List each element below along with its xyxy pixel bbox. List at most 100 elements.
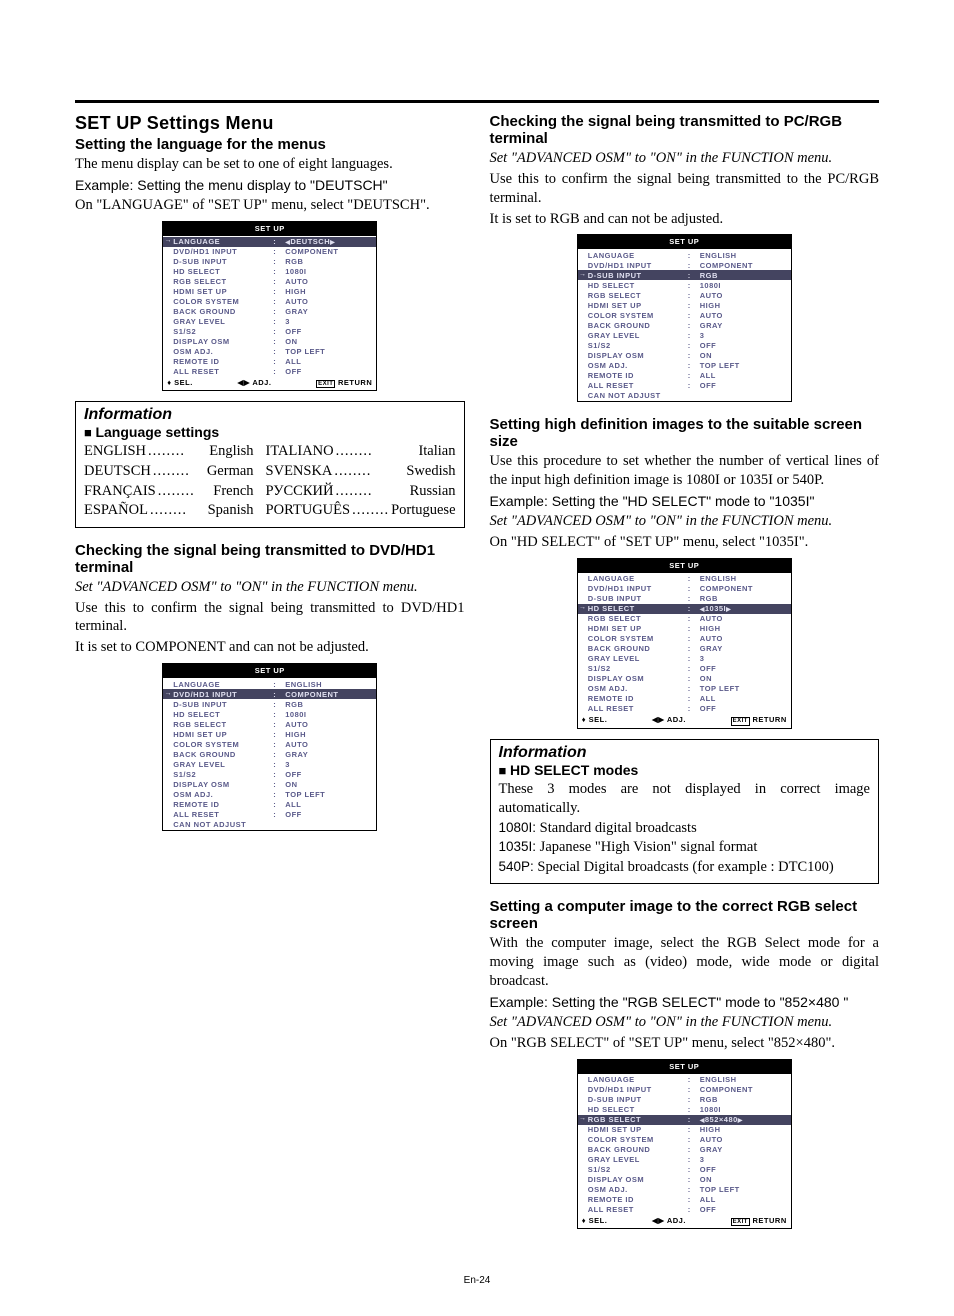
arrow-right-icon — [578, 584, 588, 593]
osd-value: OFF — [285, 770, 376, 779]
osd-title: SET UP — [577, 558, 792, 573]
arrow-right-icon: → — [578, 271, 588, 280]
osd-row: DISPLAY OSM:ON — [578, 1175, 791, 1185]
lang-native: ESPAÑOL — [84, 501, 148, 521]
osd-row: D-SUB INPUT:RGB — [163, 257, 376, 267]
osd-value: ALL — [700, 1195, 791, 1204]
osd-value: 1080I — [285, 267, 376, 276]
osd-row: ALL RESET:OFF — [163, 809, 376, 819]
osd-sep: : — [688, 1125, 700, 1134]
osd-label: D-SUB INPUT — [173, 257, 273, 266]
osd-row: HD SELECT:1080I — [163, 267, 376, 277]
osd-label: HD SELECT — [588, 1105, 688, 1114]
mode-540p: 540P: — [499, 859, 534, 874]
osd-sep: : — [688, 674, 700, 683]
arrow-right-icon — [163, 710, 173, 719]
osd-row: HD SELECT:1080I — [578, 1105, 791, 1115]
sel-icon: ♦ SEL. — [582, 1216, 608, 1227]
arrow-right-icon — [163, 247, 173, 256]
osd-sep: : — [273, 297, 285, 306]
osd-value: ALL — [700, 371, 791, 380]
info2-sub: ■ HD SELECT modes — [499, 762, 871, 778]
sec1-p1: The menu display can be set to one of ei… — [75, 155, 465, 174]
osd-label: GRAY LEVEL — [173, 760, 273, 769]
osd-value: OFF — [285, 810, 376, 819]
r-sec2-p2: Example: Setting the "HD SELECT" mode to… — [490, 492, 880, 510]
exit-return: EXIT RETURN — [731, 1216, 787, 1227]
osd-row: REMOTE ID:ALL — [163, 799, 376, 809]
arrow-right-icon: → — [163, 237, 173, 246]
osd-row: LANGUAGE:ENGLISH — [163, 679, 376, 689]
right-column: Checking the signal being transmitted to… — [490, 113, 880, 1235]
osd-sep: : — [273, 267, 285, 276]
arrow-right-icon — [163, 800, 173, 809]
osd-value: TOP LEFT — [285, 347, 376, 356]
arrow-right-icon — [163, 317, 173, 326]
osd-label: OSM ADJ. — [173, 790, 273, 799]
osd-value: GRAY — [700, 644, 791, 653]
osd-value: AUTO — [700, 1135, 791, 1144]
arrow-right-icon — [578, 1125, 588, 1134]
osd-row: →HD SELECT:◀1035I▶ — [578, 604, 791, 614]
osd-sep: : — [273, 257, 285, 266]
osd-row: OSM ADJ.:TOP LEFT — [578, 684, 791, 694]
lang-name: Spanish — [208, 501, 254, 521]
osd-sep: : — [273, 750, 285, 759]
osd-row: D-SUB INPUT:RGB — [578, 1095, 791, 1105]
osd-label: REMOTE ID — [588, 371, 688, 380]
arrow-right-icon — [163, 347, 173, 356]
arrow-right-icon — [578, 1185, 588, 1194]
osd-label: DISPLAY OSM — [588, 674, 688, 683]
r-sec2-p1: Use this procedure to set whether the nu… — [490, 452, 880, 490]
osd-sep: : — [273, 740, 285, 749]
arrow-right-icon — [578, 251, 588, 260]
osd-sep: : — [273, 357, 285, 366]
osd-label: OSM ADJ. — [173, 347, 273, 356]
osd-value: COMPONENT — [700, 584, 791, 593]
osd-label: GRAY LEVEL — [173, 317, 273, 326]
arrow-right-icon — [578, 381, 588, 390]
arrow-right-icon — [578, 281, 588, 290]
osd-value: RGB — [700, 1095, 791, 1104]
r-sec1-p1: Set "ADVANCED OSM" to "ON" in the FUNCTI… — [490, 149, 880, 168]
osd-label: DVD/HD1 INPUT — [588, 584, 688, 593]
osd-value: OFF — [700, 664, 791, 673]
osd-value: AUTO — [285, 740, 376, 749]
sel-icon: ♦ SEL. — [582, 715, 608, 726]
osd-label: D-SUB INPUT — [588, 1095, 688, 1104]
osd-value: 3 — [700, 654, 791, 663]
osd-sep: : — [688, 331, 700, 340]
lang-name: Italian — [418, 442, 455, 462]
osd-label: LANGUAGE — [173, 237, 273, 246]
arrow-right-icon — [578, 624, 588, 633]
osd-value: 1080I — [285, 710, 376, 719]
osd-row: HDMI SET UP:HIGH — [163, 729, 376, 739]
osd-sep: : — [273, 277, 285, 286]
osd-label: COLOR SYSTEM — [588, 634, 688, 643]
osd-label: HD SELECT — [173, 267, 273, 276]
osd-sep: : — [273, 287, 285, 296]
osd-sep: : — [688, 381, 700, 390]
osd-label: S1/S2 — [173, 327, 273, 336]
arrow-right-icon — [578, 1075, 588, 1084]
arrow-right-icon — [578, 704, 588, 713]
osd-sep: : — [688, 311, 700, 320]
osd-sep: : — [688, 614, 700, 623]
osd-value: RGB — [700, 594, 791, 603]
osd-sep: : — [688, 574, 700, 583]
osd-value: GRAY — [285, 307, 376, 316]
sec2-p1: Set "ADVANCED OSM" to "ON" in the FUNCTI… — [75, 578, 465, 597]
osd-label: OSM ADJ. — [588, 1185, 688, 1194]
arrow-right-icon — [578, 371, 588, 380]
osd-label: DISPLAY OSM — [173, 780, 273, 789]
arrow-right-icon — [578, 1205, 588, 1214]
arrow-right-icon — [578, 1145, 588, 1154]
osd-value: ENGLISH — [700, 574, 791, 583]
page-number: En-24 — [0, 1275, 954, 1286]
osd-label: GRAY LEVEL — [588, 331, 688, 340]
osd-row: OSM ADJ.:TOP LEFT — [578, 360, 791, 370]
r-sec1-p3: It is set to RGB and can not be adjusted… — [490, 210, 880, 229]
osd-row: LANGUAGE:ENGLISH — [578, 1075, 791, 1085]
osd-label: ALL RESET — [588, 1205, 688, 1214]
osd-sep: : — [688, 1155, 700, 1164]
